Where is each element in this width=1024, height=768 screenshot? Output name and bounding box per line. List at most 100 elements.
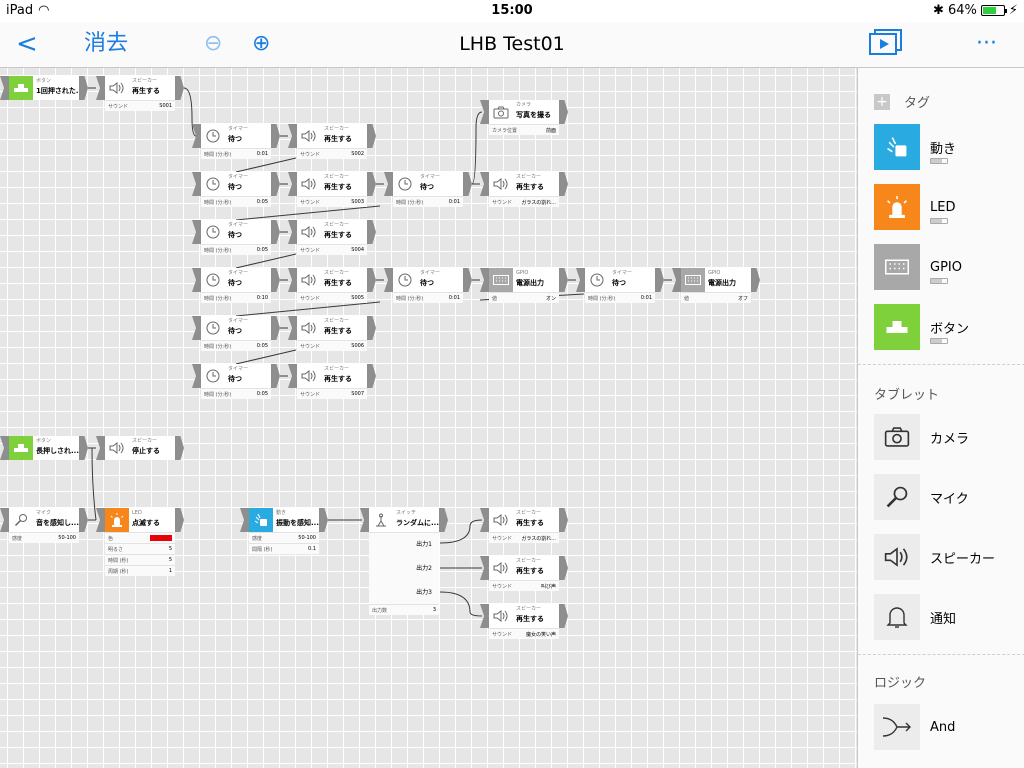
palette-item-and[interactable]: And bbox=[874, 704, 1014, 750]
block-output-port[interactable] bbox=[559, 556, 568, 580]
block-tm1[interactable]: タイマー 待つ bbox=[192, 124, 280, 148]
block-spk4[interactable]: スピーカー 再生する bbox=[288, 220, 376, 244]
block-tm5[interactable]: タイマー 待つ bbox=[192, 316, 280, 340]
block-btn2[interactable]: ボタン 長押しされ... bbox=[0, 436, 88, 460]
block-output-port[interactable] bbox=[271, 268, 280, 292]
block-output-port[interactable] bbox=[559, 172, 568, 196]
block-output-port[interactable] bbox=[367, 316, 376, 340]
block-property[interactable]: 間隔 (秒) 0.1 bbox=[249, 543, 319, 554]
block-property[interactable]: サウンド S004 bbox=[297, 244, 367, 255]
block-property[interactable]: 時間 (分:秒) 0:05 bbox=[201, 244, 271, 255]
block-output-port[interactable] bbox=[439, 508, 448, 532]
block-spk1[interactable]: スピーカー 再生する bbox=[96, 76, 184, 100]
block-output-port[interactable] bbox=[271, 124, 280, 148]
block-spk5[interactable]: スピーカー 再生する bbox=[288, 268, 376, 292]
block-property[interactable]: 周期 (秒) 1 bbox=[105, 565, 175, 576]
block-output-port[interactable] bbox=[271, 220, 280, 244]
block-tm2[interactable]: タイマー 待つ bbox=[192, 172, 280, 196]
program-canvas[interactable]: ボタン1回押された...スピーカー再生するサウンドS001タイマー待つ時間 (分… bbox=[0, 68, 857, 768]
block-tm4[interactable]: タイマー 待つ bbox=[192, 268, 280, 292]
block-property[interactable]: 明るさ 5 bbox=[105, 543, 175, 554]
block-output-port[interactable] bbox=[751, 268, 760, 292]
block-sw1[interactable]: スイッチ ランダムに... bbox=[360, 508, 448, 532]
block-cam1[interactable]: カメラ 写真を撮る bbox=[480, 100, 568, 124]
block-spk6[interactable]: スピーカー 再生する bbox=[288, 316, 376, 340]
block-property[interactable]: 時間 (分:秒) 0:01 bbox=[393, 196, 463, 207]
block-property[interactable]: サウンド S002 bbox=[297, 148, 367, 159]
block-property[interactable]: カメラ位置 前面 bbox=[489, 124, 559, 135]
block-property[interactable]: 出力数 3 bbox=[369, 604, 439, 615]
block-output-port[interactable] bbox=[175, 76, 184, 100]
block-output-port[interactable] bbox=[463, 172, 472, 196]
color-swatch[interactable] bbox=[150, 535, 172, 541]
block-output-port[interactable] bbox=[175, 508, 184, 532]
block-property[interactable]: 値 オン bbox=[489, 292, 559, 303]
block-output-port[interactable] bbox=[175, 436, 184, 460]
block-spk9[interactable]: スピーカー 停止する bbox=[96, 436, 184, 460]
more-icon[interactable]: ··· bbox=[976, 22, 997, 66]
block-tm7[interactable]: タイマー 待つ bbox=[384, 172, 472, 196]
block-property[interactable]: サウンド 魔女の笑い声 bbox=[489, 628, 559, 639]
block-output-port[interactable] bbox=[367, 268, 376, 292]
block-property[interactable]: サウンド S006 bbox=[297, 340, 367, 351]
block-output-port[interactable] bbox=[271, 316, 280, 340]
palette-item-bell[interactable]: 通知 bbox=[874, 594, 1014, 640]
block-output-port[interactable] bbox=[559, 604, 568, 628]
block-output-port[interactable] bbox=[319, 508, 328, 532]
block-property[interactable]: 感度 50-100 bbox=[9, 532, 79, 543]
block-output-port[interactable] bbox=[79, 508, 88, 532]
block-property[interactable]: サウンド S001 bbox=[105, 100, 175, 111]
block-tm8[interactable]: タイマー 待つ bbox=[384, 268, 472, 292]
block-tm3[interactable]: タイマー 待つ bbox=[192, 220, 280, 244]
palette-item-camera[interactable]: カメラ bbox=[874, 414, 1014, 460]
block-property[interactable]: 値 オフ bbox=[681, 292, 751, 303]
palette-item-speaker[interactable]: スピーカー bbox=[874, 534, 1014, 580]
block-property[interactable]: 時間 (分:秒) 0:01 bbox=[585, 292, 655, 303]
block-output-port[interactable] bbox=[655, 268, 664, 292]
block-property[interactable]: 時間 (分:秒) 0:05 bbox=[201, 388, 271, 399]
block-output-port[interactable] bbox=[271, 364, 280, 388]
block-output-port[interactable] bbox=[367, 364, 376, 388]
block-property[interactable]: 時間 (分:秒) 0:10 bbox=[201, 292, 271, 303]
palette-item-button[interactable]: ボタン bbox=[874, 304, 1014, 350]
block-output-port[interactable] bbox=[463, 268, 472, 292]
block-led1[interactable]: LED 点滅する bbox=[96, 508, 184, 532]
palette-item-led[interactable]: LED bbox=[874, 184, 1014, 230]
block-property[interactable]: サウンド 叫び声 bbox=[489, 580, 559, 591]
block-property[interactable]: 時間 (分:秒) 0:05 bbox=[201, 340, 271, 351]
block-spk8[interactable]: スピーカー 再生する bbox=[480, 172, 568, 196]
block-output-port[interactable] bbox=[367, 124, 376, 148]
block-output-port[interactable] bbox=[559, 268, 568, 292]
block-property[interactable]: サウンド S007 bbox=[297, 388, 367, 399]
block-output-port[interactable] bbox=[559, 508, 568, 532]
block-property[interactable]: 時間 (分:秒) 0:05 bbox=[201, 196, 271, 207]
block-spk11[interactable]: スピーカー 再生する bbox=[480, 556, 568, 580]
block-property[interactable]: 時間 (分:秒) 0:01 bbox=[393, 292, 463, 303]
block-property[interactable]: サウンド S003 bbox=[297, 196, 367, 207]
block-tm6[interactable]: タイマー 待つ bbox=[192, 364, 280, 388]
block-output-port[interactable] bbox=[367, 220, 376, 244]
block-output-port[interactable] bbox=[559, 100, 568, 124]
block-output-port[interactable] bbox=[367, 172, 376, 196]
block-property[interactable]: 時間 (秒) 5 bbox=[105, 554, 175, 565]
block-spk12[interactable]: スピーカー 再生する bbox=[480, 604, 568, 628]
add-tag-icon[interactable]: + bbox=[874, 93, 890, 110]
block-property[interactable]: 色 bbox=[105, 532, 175, 543]
block-tm9[interactable]: タイマー 待つ bbox=[576, 268, 664, 292]
block-btn1[interactable]: ボタン 1回押された... bbox=[0, 76, 88, 100]
block-property[interactable]: サウンド ガラスの割れ... bbox=[489, 532, 559, 543]
block-spk7[interactable]: スピーカー 再生する bbox=[288, 364, 376, 388]
palette-item-motion[interactable]: 動き bbox=[874, 124, 1014, 170]
block-gpio1[interactable]: GPIO 電源出力 bbox=[480, 268, 568, 292]
block-spk10[interactable]: スピーカー 再生する bbox=[480, 508, 568, 532]
block-spk2[interactable]: スピーカー 再生する bbox=[288, 124, 376, 148]
block-output-port[interactable] bbox=[271, 172, 280, 196]
palette-item-gpio[interactable]: GPIO bbox=[874, 244, 1014, 290]
block-property[interactable]: サウンド S005 bbox=[297, 292, 367, 303]
block-mic1[interactable]: マイク 音を感知し... bbox=[0, 508, 88, 532]
block-output-port[interactable] bbox=[79, 76, 88, 100]
palette-item-mic[interactable]: マイク bbox=[874, 474, 1014, 520]
block-property[interactable]: 感度 50-100 bbox=[249, 532, 319, 543]
block-spk3[interactable]: スピーカー 再生する bbox=[288, 172, 376, 196]
block-property[interactable]: 時間 (分:秒) 0:01 bbox=[201, 148, 271, 159]
